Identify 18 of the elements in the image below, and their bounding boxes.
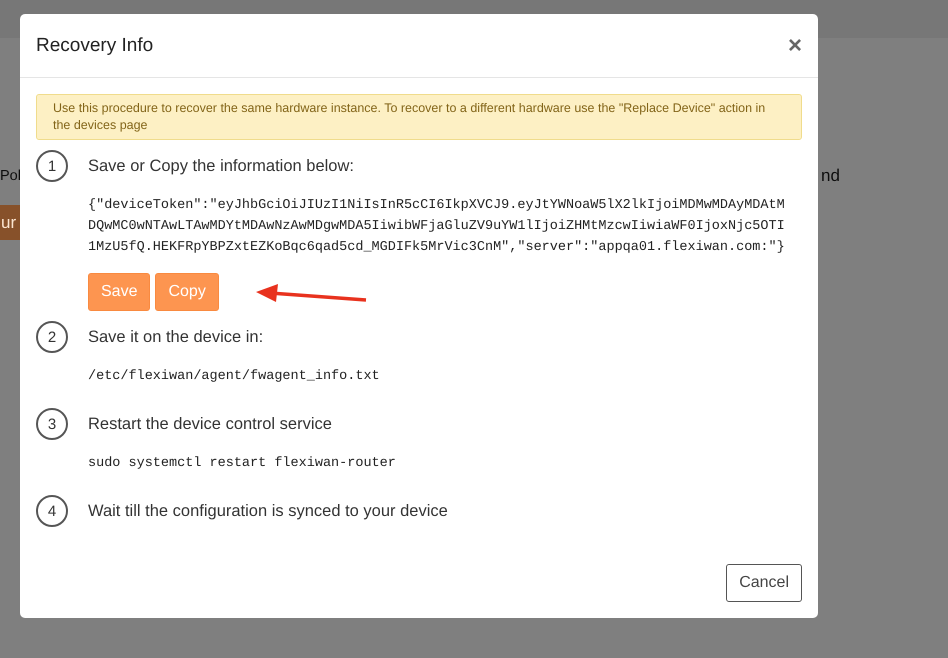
code-text: {"deviceToken":"eyJhbGciOiJIUzI1NiIsInR5cCI6IkpXVCJ9.eyJtYWNoaW5lX2lkIjoiMDMwMDAyMDAtMDQwMC0wNTAwLTAwMDYtMDAwNzAwMDgwMDA5IiwibWFjaGluZV9uYW1lIjoiZHMtMzcwIiwiaWF0IjoxNjc5OTI1MzU5fQ.HEKFRpYBPZxtEZKoBqc6qad5cd_MGDIFk5MrVic3CnM","server":"appqa01.flexiwan.com:"} — [88, 197, 786, 257]
table-header-text: Pol — [0, 168, 21, 184]
warning-alert: Use this procedure to recover the same hardware instance. To recover to a different hardware use the "Replace Device" action in the devices page — [36, 94, 802, 140]
step-number: 1 — [36, 150, 68, 182]
table-header-text: nd — [821, 166, 840, 186]
step-number: 4 — [36, 495, 68, 527]
code-text: /etc/flexiwan/agent/fwagent_info.txt — [88, 368, 381, 386]
close-button[interactable]: × — [788, 34, 802, 58]
code-text: sudo systemctl restart flexiwan-router — [88, 455, 397, 473]
cancel-button[interactable]: Cancel — [726, 564, 802, 602]
page-button[interactable]: ur — [0, 205, 20, 240]
step-number: 2 — [36, 321, 68, 353]
step-text: Wait till the configuration is synced to your device — [88, 501, 449, 522]
step-text: Restart the device control service — [88, 414, 333, 435]
step-text: Save or Copy the information below: — [88, 156, 355, 177]
step-text: Save it on the device in: — [88, 327, 264, 348]
step-number: 3 — [36, 408, 68, 440]
modal-title: Recovery Info — [36, 34, 154, 56]
